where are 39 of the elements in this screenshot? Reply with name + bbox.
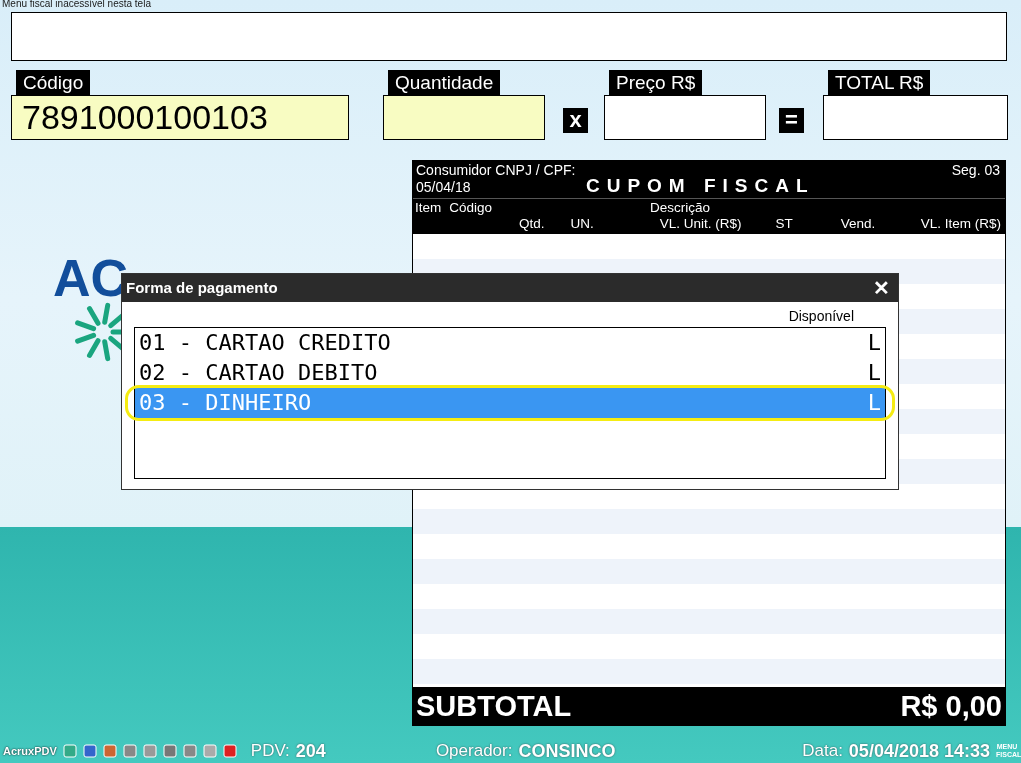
- payment-option[interactable]: 01 - CARTAO CREDITO L: [135, 328, 885, 358]
- close-button[interactable]: ✕: [873, 278, 890, 298]
- date-time: 05/04/2018 14:33: [848, 739, 990, 763]
- receipt-date: 05/04/18: [416, 179, 471, 196]
- app-name: AcruxPDV: [3, 743, 57, 759]
- operator-sign: =: [779, 108, 804, 133]
- column-header: Descrição: [650, 200, 711, 216]
- message-field[interactable]: [11, 12, 1007, 61]
- field-label: TOTAL R$: [828, 70, 931, 95]
- pdv-number: 204: [295, 739, 326, 763]
- operator-name: CONSINCO: [518, 739, 616, 763]
- column-header: Item: [415, 200, 442, 216]
- date-label: Data:: [802, 740, 843, 763]
- field-label: Quantidade: [388, 70, 501, 95]
- field-label: Código: [16, 70, 91, 95]
- total-field[interactable]: [823, 95, 1008, 140]
- subtotal-label: SUBTOTAL: [416, 689, 572, 724]
- sequence-text: Seg. 03: [951, 162, 1000, 179]
- pdv-label: PDV:: [250, 740, 290, 763]
- column-header: Qtd.: [519, 216, 545, 232]
- field-label: Preço R$: [609, 70, 703, 95]
- receipt-title: CUPOM FISCAL: [584, 176, 816, 196]
- price-field[interactable]: [604, 95, 766, 140]
- column-header: VL. Item (R$): [920, 216, 1001, 232]
- column-header: UN.: [570, 216, 594, 232]
- code-field[interactable]: 7891000100103: [11, 95, 349, 140]
- column-header: VL. Unit. (R$): [659, 216, 742, 232]
- operator-label: Operador:: [435, 740, 513, 763]
- payment-option[interactable]: 02 - CARTAO DEBITO L: [135, 358, 885, 388]
- column-header: Código: [449, 200, 493, 216]
- column-header: Disponível: [787, 307, 855, 325]
- column-header: ST: [775, 216, 793, 232]
- subtotal-value: R$ 0,00: [900, 689, 1002, 724]
- dialog-title: Forma de pagamento: [126, 277, 278, 298]
- quantity-field[interactable]: [383, 95, 545, 140]
- consumer-label: Consumidor CNPJ / CPF:: [416, 162, 577, 179]
- operator-sign: x: [563, 108, 588, 133]
- column-header: Vend.: [840, 216, 876, 232]
- notice-text: Menu fiscal inacessível nesta tela: [2, 0, 151, 10]
